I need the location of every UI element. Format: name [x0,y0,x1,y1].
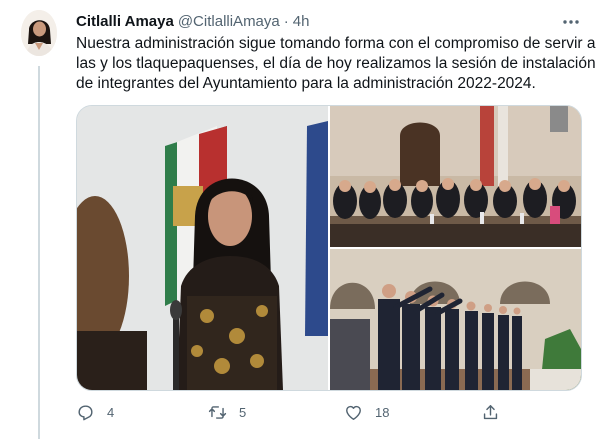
retweet-icon [208,405,227,419]
thread-line [38,66,40,439]
tweet-actions: 4 5 18 [76,400,516,424]
heart-icon [346,405,361,420]
media-grid [76,105,582,391]
tweet-text-line: Nuestra administración sigue tomando for… [76,35,596,52]
author-display-name[interactable]: Citlalli Amaya [76,13,174,30]
more-options-button[interactable] [561,12,581,32]
photo-council-session-table[interactable] [330,106,581,247]
avatar[interactable] [21,10,57,56]
tweet-timestamp[interactable]: 4h [293,13,310,30]
like-count: 18 [375,404,390,420]
photo-members-raising-hands[interactable] [330,249,581,390]
retweet-button[interactable]: 5 [208,400,246,424]
avatar-image [21,10,57,56]
tweet-text-line: de integrantes del Ayuntamiento para la … [76,75,536,92]
tweet-text: Nuestra administración sigue tomando for… [76,34,596,94]
like-button[interactable]: 18 [344,400,389,424]
more-dots-icon [563,20,579,24]
photo-woman-taking-oath[interactable] [77,106,328,390]
separator-dot: · [283,12,289,30]
author-handle[interactable]: @CitlalliAmaya [178,13,280,30]
reply-icon [78,404,93,420]
share-button[interactable] [481,400,500,424]
retweet-count: 5 [239,404,247,420]
share-icon [483,404,498,419]
tweet-header: Citlalli Amaya @CitlalliAmaya · 4h [76,11,309,31]
tweet-text-line: las y los tlaquepaquenses, el día de hoy… [76,55,596,72]
reply-button[interactable]: 4 [76,400,114,424]
reply-count: 4 [107,404,115,420]
